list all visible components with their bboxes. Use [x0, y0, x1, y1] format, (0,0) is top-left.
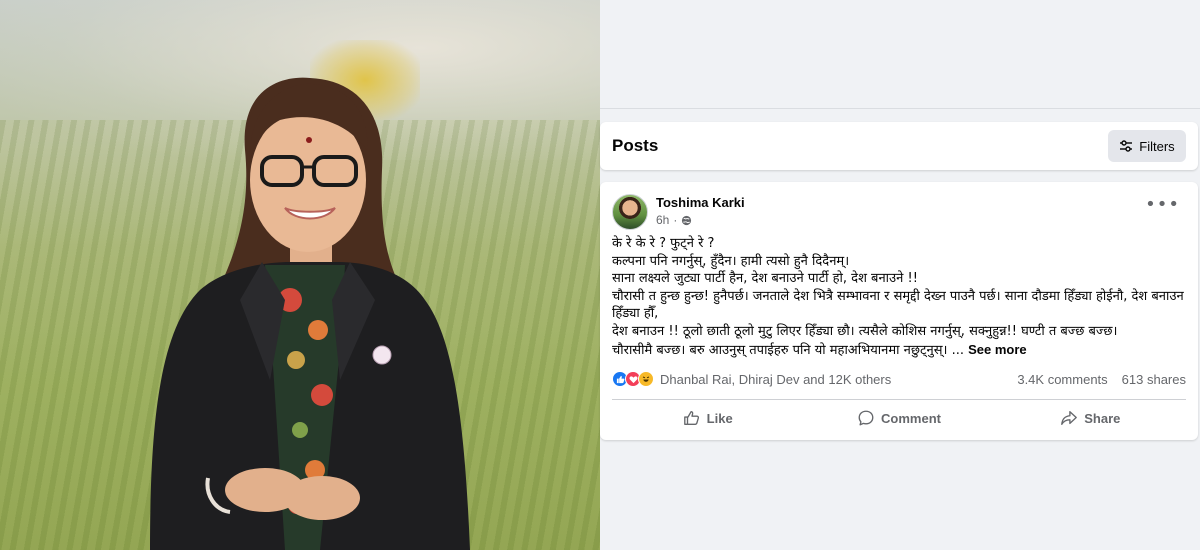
post-line: देश बनाउन !! ठूलो छाती ठूलो मुटु लिएर हि…: [612, 323, 1118, 339]
sliders-icon: [1120, 140, 1133, 152]
like-button[interactable]: Like: [612, 401, 803, 435]
posts-header: Posts Filters: [600, 122, 1198, 170]
post-actions: Like Comment Share: [612, 401, 1186, 435]
comment-label: Comment: [881, 410, 941, 426]
post-meta: 6h ·: [656, 213, 692, 227]
post-line: के रे के रे ? फुट्ने रे ?: [612, 236, 715, 251]
facebook-feed: Posts Filters Toshima Karki 6h · ••• के …: [600, 0, 1200, 550]
posts-title: Posts: [612, 136, 659, 155]
more-options-icon[interactable]: •••: [1145, 196, 1180, 214]
post-card: Toshima Karki 6h · ••• के रे के रे ? फुट…: [600, 182, 1198, 440]
share-button[interactable]: Share: [995, 401, 1186, 435]
post-time[interactable]: 6h: [656, 213, 669, 227]
like-label: Like: [706, 410, 733, 426]
thumbs-up-icon: [683, 411, 699, 425]
comments-count[interactable]: 3.4K comments: [1017, 372, 1107, 387]
divider: [600, 108, 1200, 109]
see-more-link[interactable]: See more: [968, 342, 1027, 357]
profile-photo: [0, 0, 600, 550]
post-line: चौरासीमै बज्छ। बरु आउनुस् तपाईहरु पनि यो…: [612, 342, 964, 358]
globe-icon: [682, 215, 692, 225]
share-label: Share: [1084, 410, 1121, 426]
filters-label: Filters: [1139, 138, 1175, 154]
comment-icon: [858, 410, 874, 426]
filters-button[interactable]: Filters: [1108, 130, 1186, 162]
post-text: के रे के रे ? फुट्ने रे ? कल्पना पनि नगर…: [612, 235, 1186, 359]
person-illustration: [150, 77, 470, 550]
haha-reaction-icon: [638, 371, 654, 387]
avatar[interactable]: [612, 194, 648, 230]
reaction-icons[interactable]: [612, 371, 654, 387]
post-line: कल्पना पनि नगर्नुस्, हुँदैन। हामी त्यसो …: [612, 253, 850, 269]
post-line: साना लक्ष्यले जुट्या पार्टी हैन, देश बना…: [612, 271, 918, 287]
comment-button[interactable]: Comment: [803, 401, 994, 435]
post-line-last: चौरासीमै बज्छ। बरु आउनुस् तपाईहरु पनि यो…: [612, 341, 1186, 360]
post-author[interactable]: Toshima Karki: [656, 195, 745, 210]
reactors-text[interactable]: Dhanbal Rai, Dhiraj Dev and 12K others: [660, 372, 1017, 387]
post-line: चौरासी त हुन्छ हुन्छ! हुनैपर्छ। जनताले द…: [612, 288, 1184, 322]
share-icon: [1061, 411, 1078, 425]
shares-count[interactable]: 613 shares: [1122, 372, 1186, 387]
reactions-row: Dhanbal Rai, Dhiraj Dev and 12K others 3…: [612, 369, 1186, 389]
divider: [612, 399, 1186, 400]
